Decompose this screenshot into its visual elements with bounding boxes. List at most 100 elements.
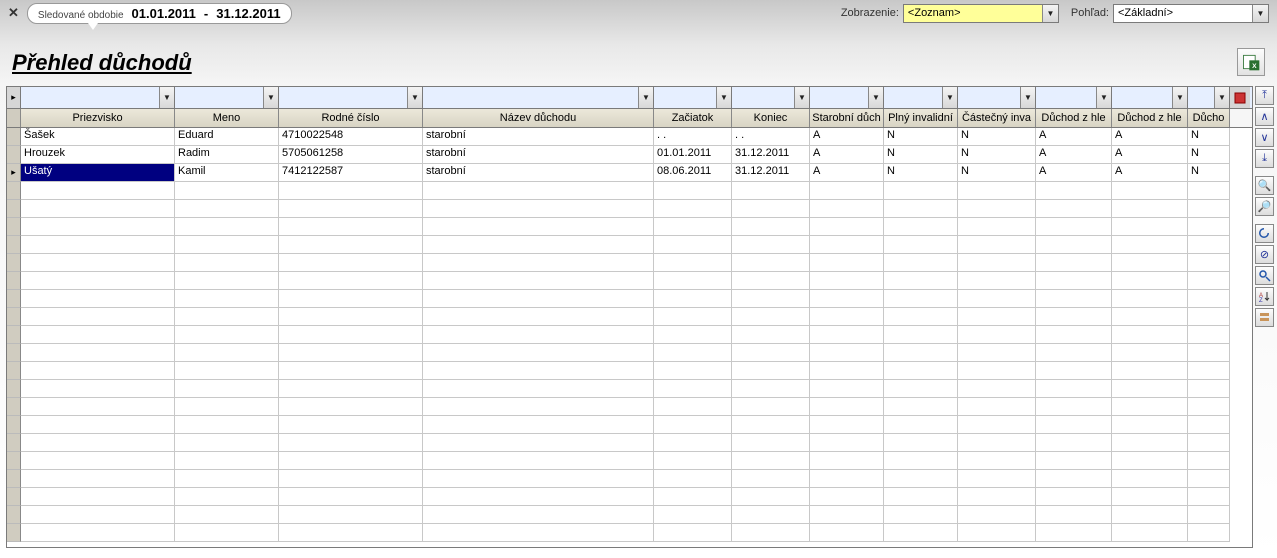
cell-meno[interactable] [175,272,279,290]
cell-b[interactable]: N [884,146,958,164]
cell-b[interactable] [884,380,958,398]
row-selector[interactable] [7,434,21,452]
cell-e[interactable] [1112,200,1188,218]
period-filter[interactable]: Sledované obdobie 01.01.2011 - 31.12.201… [27,3,292,24]
cell-zac[interactable] [654,200,732,218]
grid-body[interactable]: ŠašekEduard4710022548starobní. .. .ANNAA… [6,128,1253,548]
chevron-down-icon[interactable]: ▼ [1096,87,1111,108]
table-row[interactable] [7,344,1252,362]
cell-meno[interactable] [175,416,279,434]
cell-a[interactable] [810,416,884,434]
go-last-button[interactable]: ⤓ [1255,149,1274,168]
cell-zac[interactable] [654,254,732,272]
cell-meno[interactable] [175,470,279,488]
cell-nazev[interactable]: starobní [423,164,654,182]
cell-rodne[interactable] [279,218,423,236]
cell-f[interactable] [1188,362,1230,380]
cell-a[interactable] [810,236,884,254]
cell-c[interactable] [958,470,1036,488]
cell-zac[interactable] [654,488,732,506]
cell-meno[interactable] [175,452,279,470]
chevron-down-icon[interactable]: ▼ [942,87,957,108]
filter-apply-button[interactable] [1230,87,1250,108]
cell-e[interactable]: A [1112,164,1188,182]
go-up-button[interactable]: ∧ [1255,107,1274,126]
cell-c[interactable] [958,290,1036,308]
cell-e[interactable] [1112,434,1188,452]
filter-koniec[interactable]: ▼ [732,87,810,108]
row-selector[interactable] [7,488,21,506]
cell-b[interactable]: N [884,128,958,146]
cell-kon[interactable] [732,398,810,416]
cell-f[interactable] [1188,344,1230,362]
filter-castecny[interactable]: ▼ [958,87,1036,108]
cell-d[interactable] [1036,380,1112,398]
table-row[interactable]: HrouzekRadim5705061258starobní01.01.2011… [7,146,1252,164]
cell-meno[interactable] [175,506,279,524]
cell-kon[interactable] [732,182,810,200]
cell-f[interactable] [1188,398,1230,416]
cell-d[interactable] [1036,236,1112,254]
table-row[interactable] [7,380,1252,398]
cell-b[interactable] [884,344,958,362]
cell-kon[interactable] [732,344,810,362]
cell-d[interactable] [1036,254,1112,272]
cell-d[interactable] [1036,434,1112,452]
cell-b[interactable] [884,326,958,344]
cell-e[interactable] [1112,380,1188,398]
cell-a[interactable] [810,344,884,362]
row-selector[interactable] [7,308,21,326]
cell-kon[interactable] [732,452,810,470]
cell-zac[interactable] [654,434,732,452]
cell-c[interactable] [958,506,1036,524]
cell-nazev[interactable] [423,182,654,200]
cell-kon[interactable] [732,416,810,434]
chevron-down-icon[interactable]: ▼ [407,87,422,108]
cell-meno[interactable] [175,254,279,272]
cell-f[interactable] [1188,272,1230,290]
cell-nazev[interactable] [423,200,654,218]
cell-d[interactable] [1036,416,1112,434]
cell-zac[interactable] [654,452,732,470]
cell-f[interactable] [1188,488,1230,506]
col-meno[interactable]: Meno [175,109,279,127]
cell-nazev[interactable] [423,380,654,398]
row-selector[interactable] [7,272,21,290]
cell-d[interactable] [1036,488,1112,506]
cell-c[interactable] [958,254,1036,272]
cell-meno[interactable] [175,344,279,362]
cell-f[interactable] [1188,236,1230,254]
cell-zac[interactable] [654,506,732,524]
cell-rodne[interactable] [279,326,423,344]
cell-d[interactable] [1036,182,1112,200]
cell-nazev[interactable] [423,434,654,452]
cell-rodne[interactable] [279,254,423,272]
cell-f[interactable] [1188,380,1230,398]
table-row[interactable]: ŠašekEduard4710022548starobní. .. .ANNAA… [7,128,1252,146]
cell-c[interactable] [958,218,1036,236]
cell-kon[interactable] [732,506,810,524]
cell-kon[interactable] [732,308,810,326]
cell-meno[interactable]: Radim [175,146,279,164]
cell-c[interactable] [958,326,1036,344]
table-row[interactable] [7,470,1252,488]
col-nazev[interactable]: Název důchodu [423,109,654,127]
cell-e[interactable] [1112,362,1188,380]
cell-a[interactable] [810,218,884,236]
table-row[interactable] [7,434,1252,452]
cell-a[interactable] [810,470,884,488]
cell-rodne[interactable]: 5705061258 [279,146,423,164]
tool-search-button[interactable] [1255,266,1274,285]
cell-zac[interactable] [654,398,732,416]
cell-b[interactable] [884,272,958,290]
cell-c[interactable]: N [958,128,1036,146]
cell-priezvisko[interactable]: Hrouzek [21,146,175,164]
table-row[interactable] [7,182,1252,200]
cell-a[interactable] [810,506,884,524]
cell-rodne[interactable] [279,416,423,434]
cell-d[interactable] [1036,470,1112,488]
cell-meno[interactable] [175,218,279,236]
cell-rodne[interactable] [279,524,423,542]
cell-e[interactable] [1112,326,1188,344]
cell-nazev[interactable] [423,236,654,254]
